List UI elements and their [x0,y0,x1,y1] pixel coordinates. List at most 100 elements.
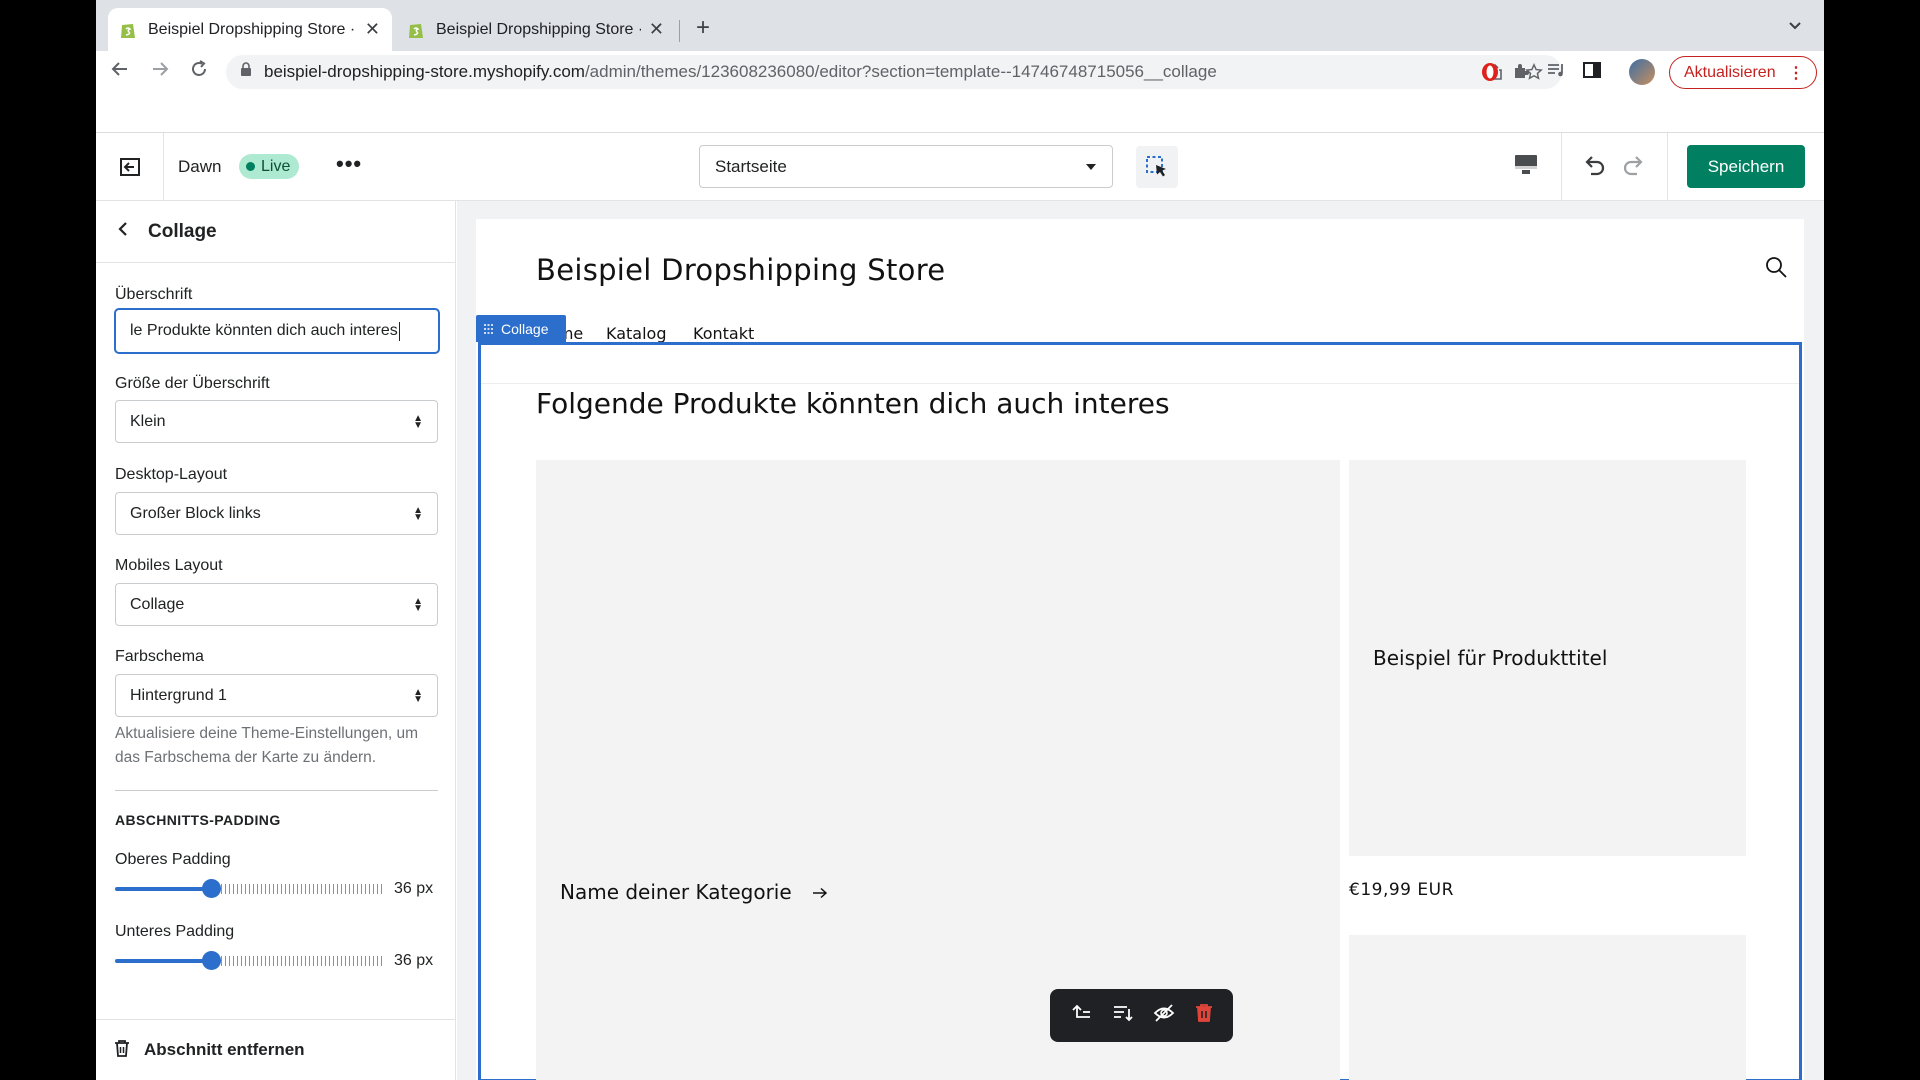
top-padding-slider[interactable] [115,879,383,899]
slider-fill [115,887,211,891]
category-link[interactable]: Name deiner Kategorie [560,880,828,904]
move-down-icon[interactable] [1112,1003,1134,1028]
browser-tab-strip: Beispiel Dropshipping Store · Dawn ✕ Bei… [96,0,1824,51]
move-up-icon[interactable] [1070,1003,1092,1028]
product-title[interactable]: Beispiel für Produkttitel [1373,646,1607,670]
caret-down-icon [1086,163,1096,170]
mobile-layout-label: Mobiles Layout [115,557,223,574]
select-arrows-icon: ▲ ▼ [413,504,423,523]
delete-trash-icon[interactable] [1195,1003,1213,1028]
color-scheme-value: Hintergrund 1 [130,686,227,704]
tab-divider [679,20,680,42]
select-arrows-icon: ▲ ▼ [413,412,423,431]
opera-extension-icon[interactable] [1481,62,1499,87]
profile-avatar[interactable] [1629,59,1655,85]
bottom-padding-slider[interactable] [115,951,383,971]
browser-tab[interactable]: Beispiel Dropshipping Store · Bearbeiten… [396,8,676,51]
product-card-image[interactable] [1349,935,1746,1080]
theme-editor-topbar: Dawn Live ••• Startseite Speichern [96,133,1824,201]
bottom-padding-label: Unteres Padding [115,923,235,940]
theme-name: Dawn [178,157,222,176]
section-divider [115,790,438,791]
heading-input[interactable]: le Produkte könnten dich auch interes [114,308,440,354]
update-browser-button[interactable]: Aktualisieren ⋮ [1669,56,1817,89]
search-icon[interactable] [1764,255,1788,284]
heading-size-value: Klein [130,412,166,430]
more-actions-icon[interactable]: ••• [336,151,362,177]
media-control-icon[interactable] [1547,62,1567,83]
hide-eye-icon[interactable] [1153,1003,1175,1028]
select-arrows-icon: ▲ ▼ [413,595,423,614]
undo-button[interactable] [1581,151,1607,182]
bookmark-bar [96,93,1824,133]
section-top-border [481,383,1799,384]
select-arrows-icon: ▲ ▼ [413,686,423,705]
side-panel-icon[interactable] [1583,62,1601,83]
desktop-icon [1515,155,1537,174]
browser-tab-active[interactable]: Beispiel Dropshipping Store · Dawn ✕ [108,8,392,51]
kebab-menu-icon[interactable]: ⋮ [1788,63,1804,83]
slider-handle[interactable] [202,951,221,970]
lock-icon [240,62,252,82]
text-caret [398,321,400,341]
store-preview-frame[interactable]: Beispiel Dropshipping Store Home Katalog… [476,219,1804,1080]
product-price: €19,99 EUR [1349,880,1454,900]
mobile-layout-value: Collage [130,595,185,613]
live-dot-icon [246,162,255,171]
forward-icon[interactable] [150,59,170,85]
slider-ticks [221,956,383,966]
update-button-label: Aktualisieren [1684,63,1776,81]
collage-heading[interactable]: Folgende Produkte könnten dich auch inte… [536,387,1170,420]
exit-icon [119,157,140,176]
page-selector[interactable]: Startseite [699,145,1113,188]
redo-icon [1623,156,1643,176]
desktop-preview-button[interactable] [1514,153,1538,182]
select-cursor-icon [1146,156,1166,177]
mobile-layout-select[interactable]: Collage ▲ ▼ [115,583,438,626]
heading-size-select[interactable]: Klein ▲ ▼ [115,400,438,443]
selected-section-tag[interactable]: Collage [476,315,566,342]
tab-title: Beispiel Dropshipping Store · Dawn [148,20,357,38]
top-padding-value: 36 px [394,880,434,897]
address-bar[interactable]: beispiel-dropshipping-store.myshopify.co… [226,55,1562,89]
redo-button[interactable] [1621,151,1647,182]
exit-editor-button[interactable] [96,133,164,200]
tab-title: Beispiel Dropshipping Store · Bearbeiten [436,20,641,38]
extensions-puzzle-icon[interactable] [1512,62,1530,85]
slider-handle[interactable] [202,879,221,898]
drag-handle-icon [484,323,494,334]
bottom-padding-value: 36 px [394,952,434,969]
heading-input-value: le Produkte könnten dich auch interes [130,322,398,339]
undo-icon [1585,156,1605,176]
reload-icon[interactable] [189,59,209,85]
save-button[interactable]: Speichern [1687,145,1805,188]
padding-section-heading: ABSCHNITTS-PADDING [115,812,281,828]
trash-icon [114,1039,130,1062]
shopify-favicon-icon [408,21,424,39]
heading-size-label: Größe der Überschrift [115,375,270,392]
close-tab-icon[interactable]: ✕ [649,19,664,40]
store-name[interactable]: Beispiel Dropshipping Store [536,253,945,287]
tab-search-chevron-icon[interactable] [1788,18,1802,36]
slider-ticks [221,884,383,894]
product-card-image[interactable]: Beispiel für Produkttitel [1349,460,1746,856]
desktop-layout-value: Großer Block links [130,504,261,522]
collection-block[interactable]: Name deiner Kategorie [536,460,1340,1080]
remove-section-button[interactable]: Abschnitt entfernen [96,1019,455,1080]
new-tab-icon[interactable]: + [696,14,710,42]
desktop-layout-select[interactable]: Großer Block links ▲ ▼ [115,492,438,535]
color-scheme-select[interactable]: Hintergrund 1 ▲ ▼ [115,674,438,717]
divider [1561,133,1562,200]
nav-link-katalog[interactable]: Katalog [606,324,666,343]
close-tab-icon[interactable]: ✕ [365,19,380,40]
desktop-layout-label: Desktop-Layout [115,466,228,483]
nav-link-kontakt[interactable]: Kontakt [693,324,754,343]
back-chevron-icon[interactable] [118,221,128,242]
panel-header: Collage [96,201,455,263]
inspector-toggle-button[interactable] [1136,146,1178,188]
slider-fill [115,959,211,963]
arrow-right-icon [813,887,828,899]
browser-toolbar: beispiel-dropshipping-store.myshopify.co… [96,51,1824,93]
back-icon[interactable] [110,59,130,85]
top-padding-label: Oberes Padding [115,851,231,868]
